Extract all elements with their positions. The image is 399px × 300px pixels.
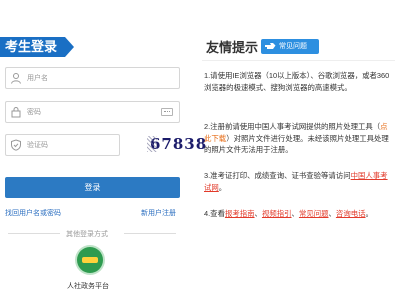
forgot-credentials-link[interactable]: 找回用户名或密码 — [5, 208, 61, 218]
tip-text: 。 — [365, 209, 373, 218]
gov-platform-label[interactable]: 人社政务平台 — [67, 281, 109, 291]
password-placeholder: 密码 — [27, 109, 41, 116]
exam-guide-link[interactable]: 报考指南 — [225, 209, 255, 218]
user-icon — [11, 73, 21, 84]
username-field[interactable]: 用户名 — [5, 67, 180, 89]
tip-item-1: 1.请使用IE浏览器（10以上版本）、谷歌浏览器，或者360浏览器的极速模式、搜… — [204, 70, 394, 93]
other-login-methods: 其他登录方式 — [66, 231, 108, 238]
shield-icon — [11, 139, 21, 151]
faq-button-label: 常见问题 — [279, 43, 307, 50]
faq-link[interactable]: 常见问题 — [299, 209, 329, 218]
password-field[interactable]: 密码 — [5, 101, 180, 123]
login-title-arrow — [65, 37, 74, 57]
captcha-placeholder: 验证码 — [27, 142, 48, 149]
tip-text: 准考证打印、成绩查询、证书查验等请访问 — [210, 171, 351, 180]
tip-text: ）对照片文件进行处理。未经该照片处理工具处理的照片文件无法用于注册。 — [204, 133, 389, 155]
tip-separator: 、 — [291, 209, 299, 218]
tips-separator — [202, 60, 395, 61]
faq-button[interactable]: 常见问题 — [261, 39, 319, 54]
tip-text: 请使用IE浏览器（10以上版本）、谷歌浏览器，或者360浏览器的极速模式、搜狗浏… — [204, 71, 390, 92]
login-button[interactable]: 登录 — [5, 177, 180, 198]
tips-panel: 友情提示 常见问题 1.请使用IE浏览器（10以上版本）、谷歌浏览器，或者360… — [198, 0, 399, 300]
username-placeholder: 用户名 — [27, 75, 48, 82]
tip-text: 查看 — [210, 209, 225, 218]
gov-platform-logo-icon[interactable] — [77, 247, 103, 273]
keyboard-icon[interactable] — [161, 108, 173, 116]
register-link[interactable]: 新用户注册 — [141, 208, 176, 218]
tips-title: 友情提示 — [206, 40, 259, 55]
tip-item-2: 2.注册前请使用中国人事考试网提供的照片处理工具（点此下载）对照片文件进行处理。… — [204, 121, 394, 156]
tip-item-4: 4.查看报考指南、视频指引、常见问题、咨询电话。 — [204, 208, 394, 220]
pointing-hand-icon — [265, 43, 276, 49]
login-panel: 考生登录 用户名 密码 验证码 67838 登录 找回用户名或密码 新用户注册 … — [0, 0, 206, 300]
lock-icon — [11, 107, 21, 118]
login-title: 考生登录 — [0, 37, 65, 57]
tip-text: 。 — [218, 182, 227, 192]
tip-item-3: 3.准考证打印、成绩查询、证书查验等请访问中国人事考试网。 — [204, 170, 394, 193]
captcha-field[interactable]: 验证码 — [5, 134, 120, 156]
tip-text: 注册前请使用中国人事考试网提供的照片处理工具（ — [210, 122, 381, 131]
video-guide-link[interactable]: 视频指引 — [262, 209, 292, 218]
divider-right — [124, 233, 176, 234]
captcha-image[interactable]: 67838 — [147, 133, 206, 155]
captcha-noise — [147, 136, 157, 152]
hotline-link[interactable]: 咨询电话 — [336, 209, 366, 218]
tip-separator: 、 — [254, 209, 262, 218]
tip-separator: 、 — [328, 209, 336, 218]
divider-left — [8, 233, 60, 234]
